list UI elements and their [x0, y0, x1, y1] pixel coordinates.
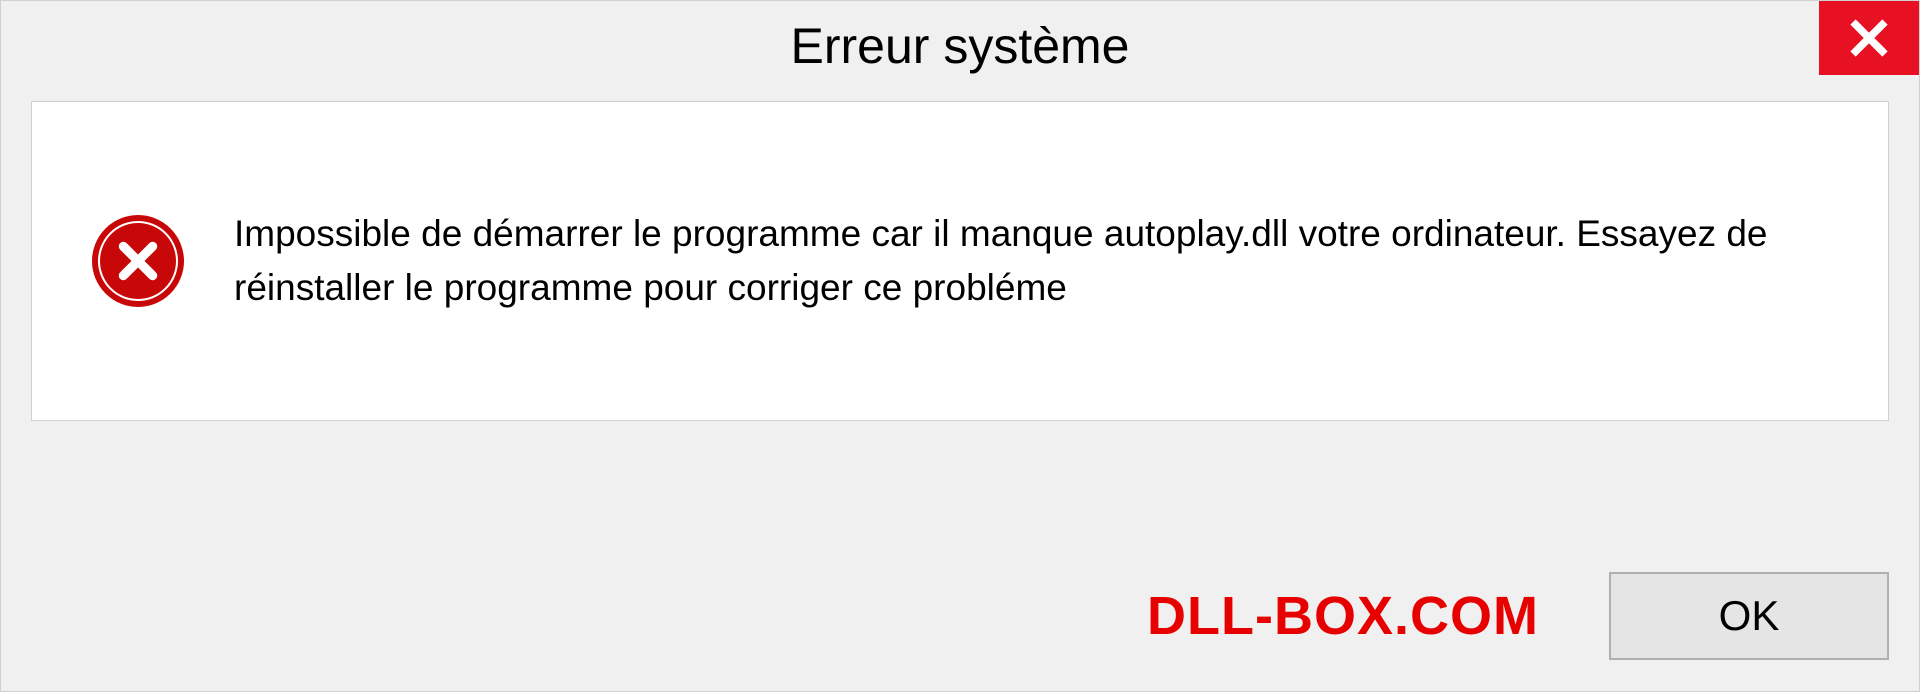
dialog-footer: DLL-BOX.COM OK: [31, 571, 1889, 661]
error-message: Impossible de démarrer le programme car …: [234, 207, 1828, 314]
watermark-text: DLL-BOX.COM: [1147, 585, 1539, 647]
dialog-title: Erreur système: [791, 17, 1130, 75]
error-dialog: Erreur système Impossible de démarrer le…: [0, 0, 1920, 692]
close-icon: [1849, 18, 1889, 58]
content-area: Impossible de démarrer le programme car …: [31, 101, 1889, 421]
ok-button[interactable]: OK: [1609, 572, 1889, 660]
close-button[interactable]: [1819, 1, 1919, 75]
titlebar: Erreur système: [1, 1, 1919, 91]
error-icon: [92, 215, 184, 307]
